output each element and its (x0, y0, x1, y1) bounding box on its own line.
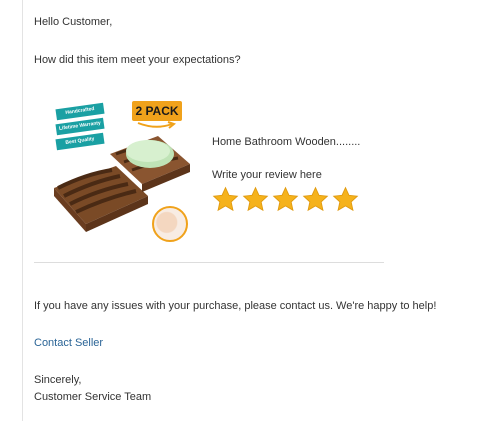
contact-seller-link[interactable]: Contact Seller (34, 337, 103, 349)
left-border (22, 0, 23, 421)
star-icon-1[interactable] (212, 186, 239, 213)
section-divider (34, 262, 384, 263)
star-icon-3[interactable] (272, 186, 299, 213)
product-name[interactable]: Home Bathroom Wooden........ (212, 136, 360, 148)
star-rating[interactable] (212, 186, 359, 213)
support-text: If you have any issues with your purchas… (34, 300, 437, 312)
greeting: Hello Customer, (34, 16, 113, 28)
question: How did this item meet your expectations… (34, 54, 241, 66)
star-icon-4[interactable] (302, 186, 329, 213)
closing-text: Sincerely, (34, 374, 82, 386)
star-icon-5[interactable] (332, 186, 359, 213)
team-signature: Customer Service Team (34, 391, 152, 403)
review-prompt[interactable]: Write your review here (212, 169, 322, 181)
product-image[interactable]: Handcrafted Lifetime Warranty Best Quali… (46, 96, 198, 246)
lifestyle-photo-thumbnail (152, 206, 188, 242)
star-icon-2[interactable] (242, 186, 269, 213)
